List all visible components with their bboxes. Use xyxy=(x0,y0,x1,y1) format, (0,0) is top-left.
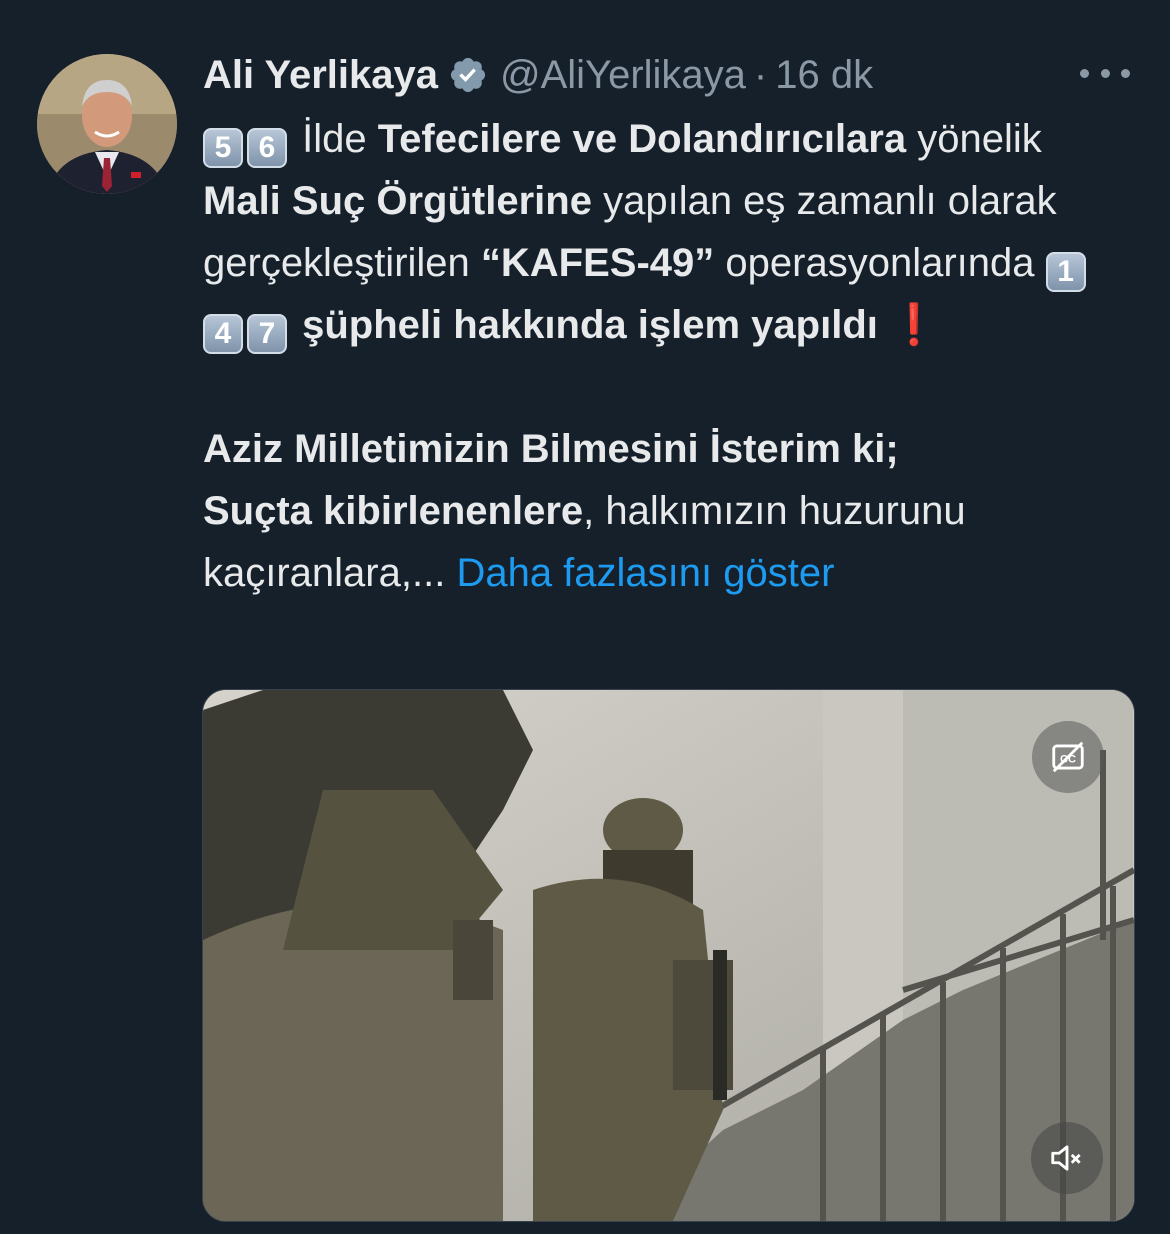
separator-dot: · xyxy=(753,53,768,97)
bold-segment: Tefecilere ve Dolandırıcılara xyxy=(377,117,907,161)
tweet-text: 56 İlde Tefecilere ve Dolandırıcılara yö… xyxy=(203,108,1123,604)
tweet-video[interactable]: CC xyxy=(202,689,1135,1222)
bold-segment: şüpheli hakkında işlem yapıldı xyxy=(302,303,878,347)
verified-badge-icon[interactable] xyxy=(448,55,488,95)
volume-muted-icon xyxy=(1051,1145,1081,1171)
keycap-digit: 7 xyxy=(247,314,287,354)
author-name[interactable]: Ali Yerlikaya xyxy=(203,50,438,100)
text-segment: operasyonlarında xyxy=(714,241,1046,285)
bold-segment: Aziz Milletimizin Bilmesini İsterim ki; xyxy=(203,427,899,471)
mute-button[interactable] xyxy=(1031,1122,1103,1194)
more-options-icon[interactable] xyxy=(1080,58,1130,88)
exclamation-icon: ❗ xyxy=(889,303,939,347)
keycap-digit: 4 xyxy=(203,314,243,354)
show-more-link[interactable]: Daha fazlasını göster xyxy=(456,551,834,595)
keycap-digit: 1 xyxy=(1045,252,1086,292)
closed-captions-off-icon: CC xyxy=(1052,741,1084,773)
author-avatar[interactable] xyxy=(37,54,177,194)
tweet-header: Ali Yerlikaya @AliYerlikaya · 16 dk xyxy=(203,50,873,100)
closed-captions-button[interactable]: CC xyxy=(1032,721,1104,793)
text-segment: İlde xyxy=(291,117,378,161)
operation-name: “KAFES-49” xyxy=(480,241,715,285)
text-segment: yönelik xyxy=(906,117,1042,161)
author-handle[interactable]: @AliYerlikaya xyxy=(500,50,746,100)
video-frame xyxy=(203,690,1134,1221)
bold-segment: Mali Suç Örgütlerine xyxy=(203,179,592,223)
tweet-timestamp[interactable]: 16 dk xyxy=(775,50,873,100)
keycap-digit: 5 xyxy=(203,128,243,168)
keycap-digit: 6 xyxy=(247,128,287,168)
bold-segment: Suçta kibirlenenlere xyxy=(203,489,584,533)
